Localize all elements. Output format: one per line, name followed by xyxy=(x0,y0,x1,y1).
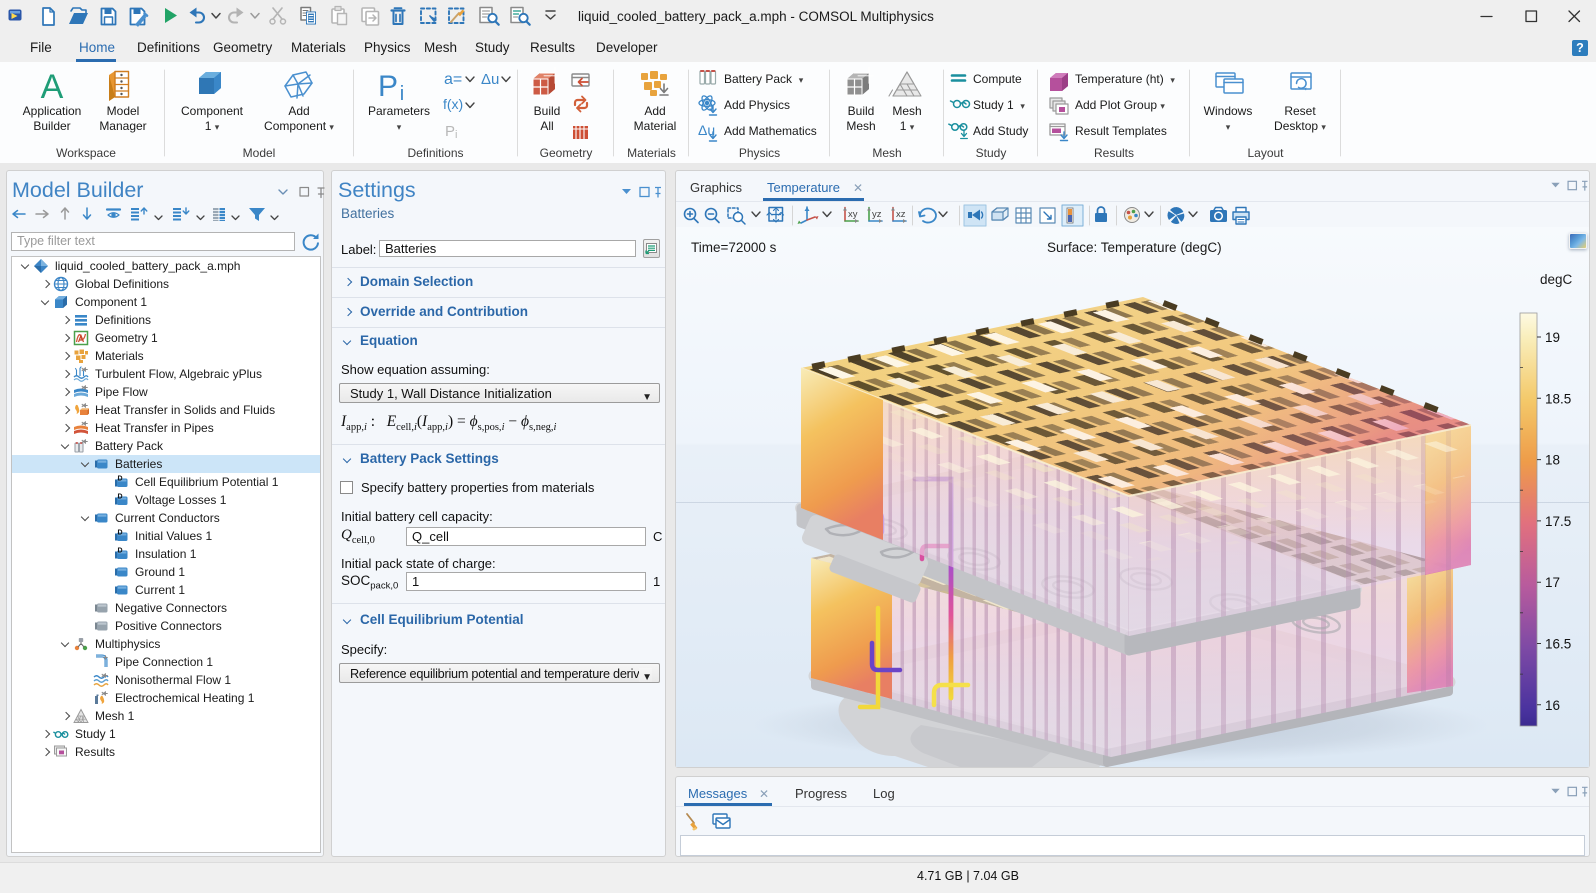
svg-text:f(x): f(x) xyxy=(443,96,463,112)
svg-text:18: 18 xyxy=(1545,453,1560,468)
svg-text:i: i xyxy=(455,129,457,141)
svg-text:xz: xz xyxy=(896,209,906,220)
svg-text:18.5: 18.5 xyxy=(1545,391,1571,406)
svg-text:P: P xyxy=(445,123,455,140)
svg-text:17: 17 xyxy=(1545,575,1560,590)
svg-text:17.5: 17.5 xyxy=(1545,514,1571,529)
svg-text:yz: yz xyxy=(872,209,882,220)
svg-text:Δu: Δu xyxy=(481,71,499,88)
svg-text:a=: a= xyxy=(444,71,462,88)
svg-text:16.5: 16.5 xyxy=(1545,637,1571,652)
svg-text:xy: xy xyxy=(848,209,858,220)
svg-text:P: P xyxy=(378,70,398,103)
svg-text:i: i xyxy=(400,83,404,105)
svg-text:A: A xyxy=(41,68,64,106)
svg-text:16: 16 xyxy=(1545,698,1560,713)
svg-text:19: 19 xyxy=(1545,330,1560,345)
